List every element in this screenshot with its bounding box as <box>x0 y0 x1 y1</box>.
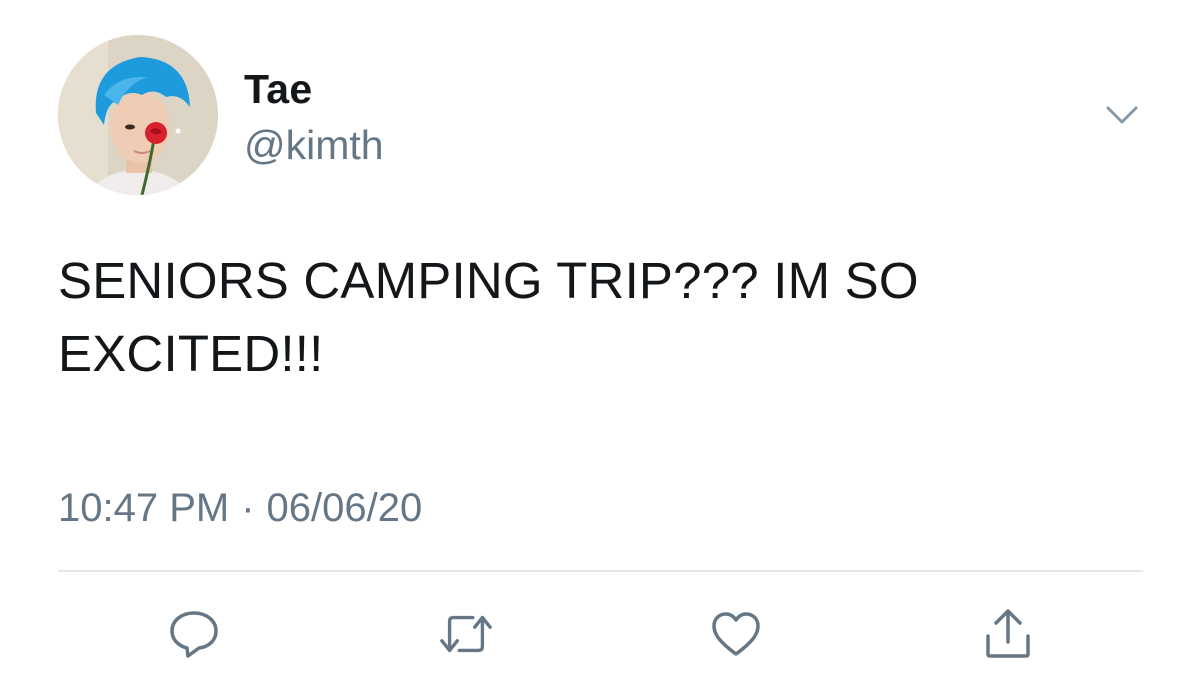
share-button[interactable] <box>980 606 1036 662</box>
tweet-timestamp[interactable]: 10:47 PM · 06/06/20 <box>58 484 422 532</box>
divider <box>58 570 1143 572</box>
tweet-date: 06/06/20 <box>266 486 423 530</box>
tweet-time: 10:47 PM <box>58 486 230 530</box>
reply-button[interactable] <box>166 606 222 662</box>
handle[interactable]: @kimth <box>244 122 384 168</box>
like-button[interactable] <box>708 606 764 662</box>
share-icon <box>986 609 1030 658</box>
avatar[interactable] <box>58 35 218 195</box>
timestamp-separator: · <box>241 486 255 530</box>
retweet-icon <box>440 615 492 653</box>
tweet-text: SENIORS CAMPING TRIP??? IM SO EXCITED!!! <box>58 252 919 382</box>
heart-icon <box>712 612 760 656</box>
display-name[interactable]: Tae <box>244 66 313 112</box>
reply-icon <box>170 611 218 658</box>
tweet-card: Tae @kimth SENIORS CAMPING TRIP??? IM SO… <box>0 0 1200 699</box>
chevron-down-icon[interactable] <box>1102 100 1142 130</box>
profile-photo <box>58 35 218 195</box>
retweet-button[interactable] <box>438 606 494 662</box>
